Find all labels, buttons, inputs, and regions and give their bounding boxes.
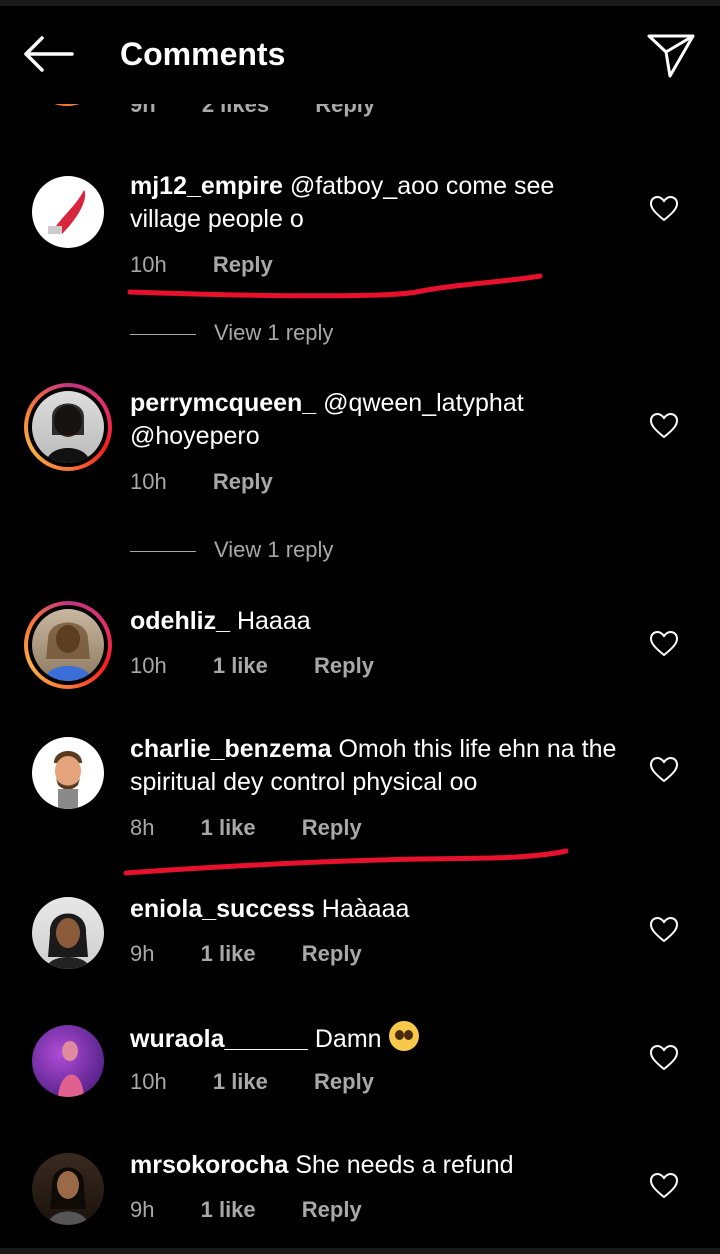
like-count[interactable]: 1 like — [201, 815, 256, 840]
comment-time: 10h — [130, 1069, 167, 1094]
app-header: Comments — [0, 0, 720, 104]
red-underline — [123, 848, 569, 876]
like-count[interactable]: 1 like — [213, 653, 268, 678]
comment-time: 8h — [130, 815, 155, 840]
comment-text: Haaaa — [236, 607, 311, 635]
divider — [130, 333, 196, 335]
reply-button[interactable]: Reply — [302, 815, 362, 840]
pleading-face-emoji — [388, 1021, 419, 1051]
avatar[interactable] — [24, 383, 112, 471]
page-title: Comments — [120, 36, 286, 72]
comment-time: 9h — [130, 1197, 155, 1222]
status-bar-strip — [0, 0, 720, 6]
comment-time: 10h — [130, 653, 167, 678]
avatar[interactable] — [32, 176, 104, 248]
view-replies-button[interactable]: View 1 reply — [130, 320, 333, 346]
comment-time: 9h — [130, 941, 155, 966]
comment-text: Haàaaa — [321, 895, 410, 923]
comment-username[interactable]: perrymcqueen_ — [130, 389, 316, 417]
divider — [130, 550, 196, 552]
heart-icon[interactable] — [650, 1045, 678, 1071]
reply-button[interactable]: Reply — [213, 469, 273, 494]
avatar[interactable] — [32, 897, 104, 969]
heart-icon[interactable] — [650, 413, 678, 439]
reply-button[interactable]: Reply — [302, 941, 362, 966]
heart-icon[interactable] — [650, 757, 678, 783]
send-icon[interactable] — [646, 30, 696, 80]
reply-button[interactable]: Reply — [314, 1069, 374, 1094]
like-count[interactable]: 1 like — [213, 1069, 268, 1094]
like-count[interactable]: 1 like — [201, 1197, 256, 1222]
comment-text: Damn — [314, 1025, 382, 1053]
comment-username[interactable]: odehliz_ — [130, 607, 230, 635]
avatar[interactable] — [32, 1153, 104, 1225]
comments-list: 9h 2 likes Reply mj12_empire @fatboy_aoo… — [0, 0, 720, 1254]
comment-username[interactable]: mrsokorocha — [130, 1151, 288, 1179]
avatar[interactable] — [32, 737, 104, 809]
avatar[interactable] — [24, 601, 112, 689]
heart-icon[interactable] — [650, 196, 678, 222]
heart-icon[interactable] — [650, 631, 678, 657]
red-underline — [127, 273, 543, 299]
comment-username[interactable]: wuraola______ — [130, 1025, 308, 1053]
comment-username[interactable]: charlie_benzema — [130, 735, 332, 763]
reply-button[interactable]: Reply — [314, 653, 374, 678]
like-count[interactable]: 1 like — [201, 941, 256, 966]
avatar[interactable] — [32, 1025, 104, 1097]
heart-icon[interactable] — [650, 917, 678, 943]
back-arrow-icon[interactable] — [22, 34, 74, 74]
bottom-bar — [0, 1248, 720, 1254]
view-replies-button[interactable]: View 1 reply — [130, 537, 333, 563]
comment-username[interactable]: mj12_empire — [130, 172, 283, 200]
comment-username[interactable]: eniola_success — [130, 895, 315, 923]
heart-icon[interactable] — [650, 1173, 678, 1199]
comment-text: She needs a refund — [295, 1151, 514, 1179]
comment-time: 10h — [130, 469, 167, 494]
reply-button[interactable]: Reply — [302, 1197, 362, 1222]
